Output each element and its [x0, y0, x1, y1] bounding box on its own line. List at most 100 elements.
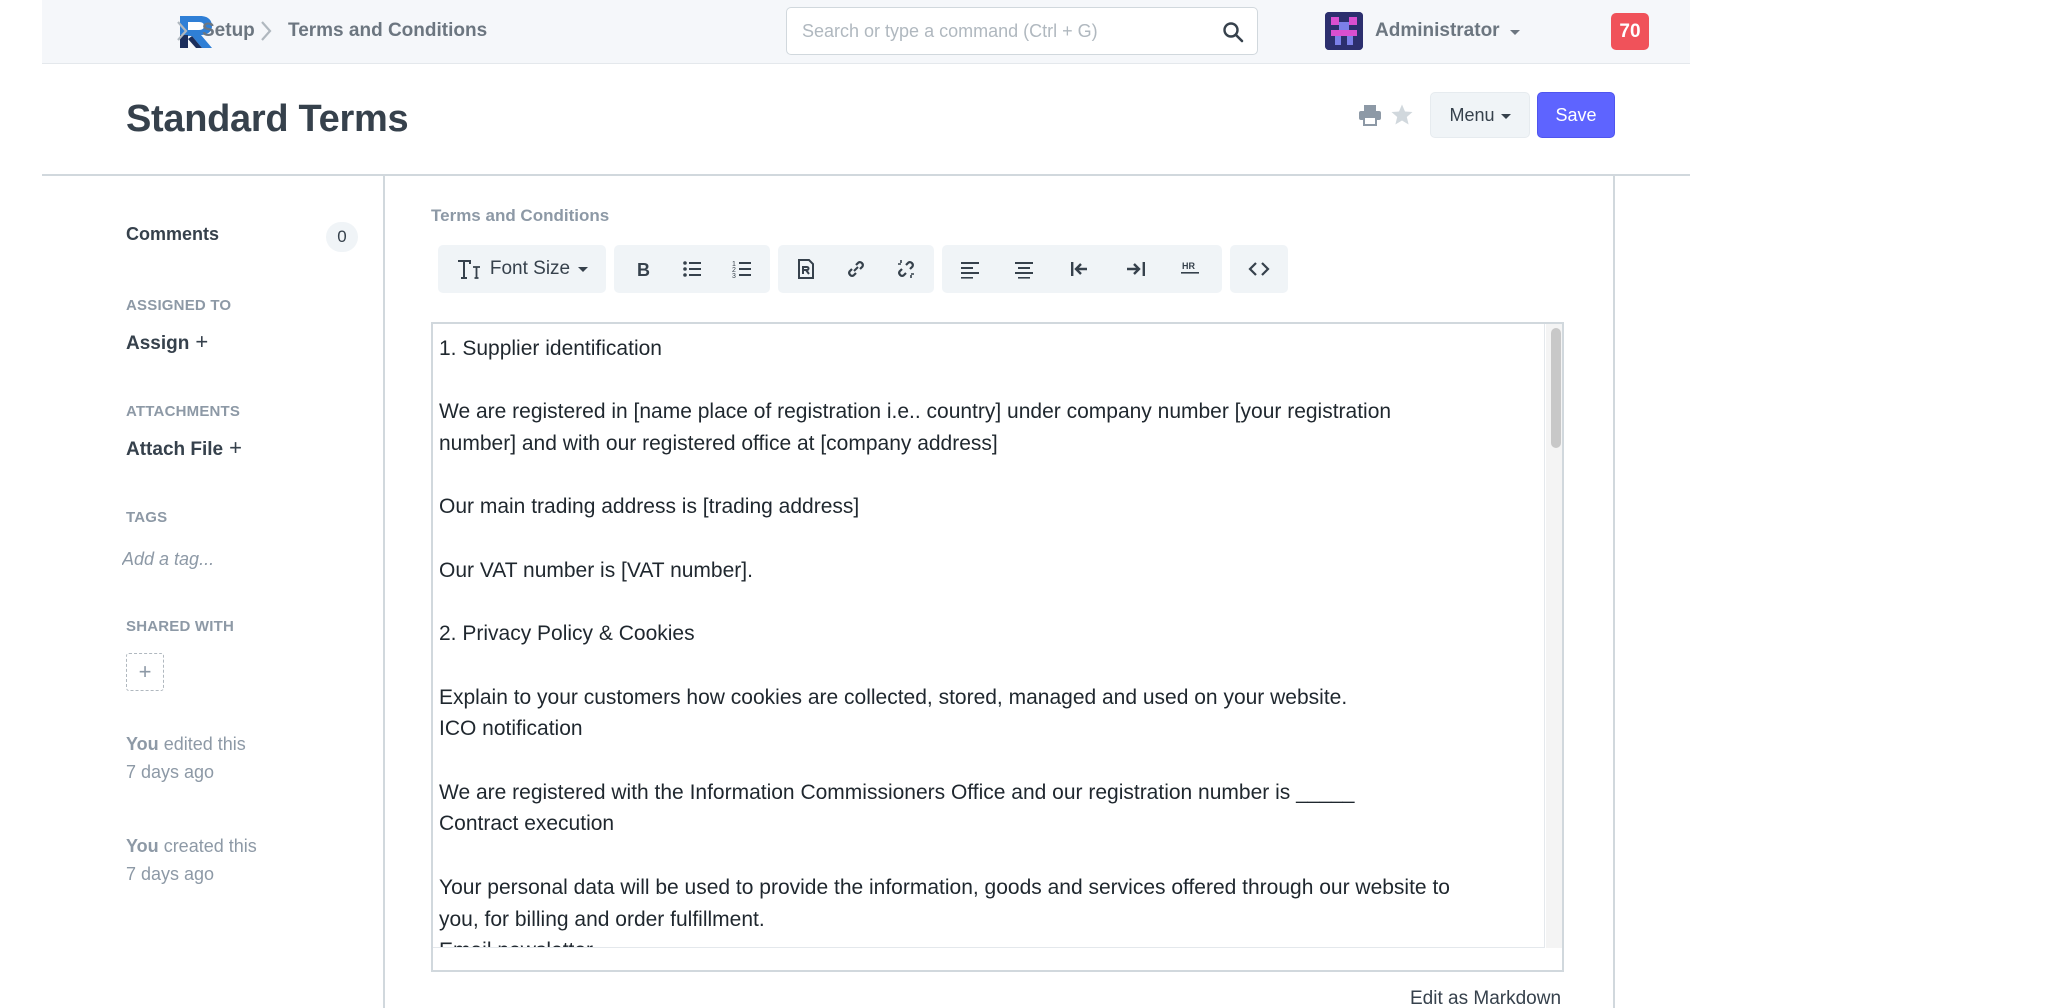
notification-badge[interactable]: 70 [1611, 13, 1649, 50]
print-icon[interactable] [1358, 104, 1382, 126]
breadcrumb-setup[interactable]: Setup [202, 20, 255, 42]
activity-actor: You [126, 734, 159, 754]
bold-icon: B [637, 260, 650, 280]
search-input[interactable] [802, 18, 1202, 44]
image-icon [798, 259, 814, 279]
caret-down-icon [578, 266, 589, 272]
font-size-label: Font Size [489, 258, 571, 279]
menu-button[interactable]: Menu [1430, 92, 1530, 138]
assigned-to-heading: ASSIGNED TO [126, 297, 232, 314]
editor-text[interactable]: 1. Supplier identification We are registe… [439, 333, 1539, 947]
page-title: Standard Terms [126, 98, 409, 140]
assign-label: Assign [126, 333, 190, 354]
font-size-dropdown[interactable]: Font Size [446, 245, 598, 293]
editor-line: We are registered with the Information C… [439, 780, 1355, 804]
toolbar-group-paragraph: HR [942, 245, 1222, 293]
toolbar-group-format: B 1 2 3 [614, 245, 770, 293]
editor-line: 2. Privacy Policy & Cookies [439, 622, 695, 646]
comments-link[interactable]: Comments [126, 224, 219, 245]
editor-line: Your personal data will be used to provi… [439, 875, 1450, 899]
user-menu[interactable]: Administrator [1375, 20, 1500, 42]
activity-actor: You [126, 836, 159, 856]
insert-link-button[interactable] [832, 245, 880, 293]
editor-line: number] and with our registered office a… [439, 432, 998, 456]
align-left-button[interactable] [946, 245, 994, 293]
activity-item: You created this 7 days ago [126, 832, 257, 888]
editor-line [439, 523, 1539, 555]
align-center-icon [1015, 262, 1033, 279]
caret-down-icon [1500, 113, 1511, 119]
attach-file-button[interactable]: Attach File + [126, 435, 242, 461]
tags-heading: TAGS [126, 509, 168, 526]
activity-item: You edited this 7 days ago [126, 730, 246, 786]
header-divider [42, 174, 1690, 176]
svg-text:B: B [637, 260, 650, 280]
editor-line: ICO notification [439, 717, 583, 741]
editor-line: We are registered in [name place of regi… [439, 400, 1392, 424]
toolbar-group-code [1230, 245, 1288, 293]
assign-button[interactable]: Assign + [126, 329, 208, 355]
edit-as-markdown-link[interactable]: Edit as Markdown [1410, 988, 1561, 1008]
editor-line: Our VAT number is [VAT number]. [439, 558, 753, 582]
editor-line: Contract execution [439, 812, 615, 836]
numbered-list-button[interactable]: 1 2 3 [718, 245, 766, 293]
code-icon [1248, 262, 1270, 276]
horizontal-rule-icon: HR [1181, 261, 1199, 274]
plus-icon: + [229, 435, 242, 460]
horizontal-rule-button[interactable]: HR [1166, 245, 1214, 293]
activity-action: edited this [163, 734, 246, 754]
outdent-button[interactable] [1056, 245, 1104, 293]
indent-icon [1127, 262, 1145, 276]
code-view-button[interactable] [1235, 245, 1283, 293]
indent-button[interactable] [1112, 245, 1160, 293]
attach-file-label: Attach File [126, 439, 224, 460]
activity-time: 7 days ago [126, 762, 215, 782]
add-share-button[interactable]: + [126, 653, 164, 691]
chevron-right-icon [261, 21, 272, 41]
attachments-heading: ATTACHMENTS [126, 403, 241, 420]
toolbar-group-insert [778, 245, 934, 293]
outdent-icon [1071, 262, 1087, 276]
menu-button-label: Menu [1449, 104, 1495, 125]
tag-input[interactable] [122, 546, 322, 572]
comments-count-badge: 0 [326, 222, 358, 252]
align-center-button[interactable] [1000, 245, 1048, 293]
editor-line: Explain to your customers how cookies ar… [439, 685, 1348, 709]
editor-line: Email newsletter [439, 935, 1539, 947]
terms-field-label: Terms and Conditions [431, 206, 610, 225]
search-icon[interactable] [1221, 20, 1245, 44]
breadcrumb-terms-and-conditions[interactable]: Terms and Conditions [288, 20, 487, 42]
align-left-icon [961, 262, 979, 279]
user-avatar-icon [1325, 12, 1363, 50]
text-height-icon [457, 260, 480, 279]
editor-line: you, for billing and order fulfillment. [439, 907, 765, 931]
chevron-right-icon [177, 21, 188, 41]
save-button[interactable]: Save [1537, 92, 1615, 138]
unlink-button[interactable] [882, 245, 930, 293]
unlink-icon [898, 260, 914, 278]
search-box[interactable] [786, 7, 1258, 55]
navbar: Setup Terms and Conditions Administrator… [42, 0, 1690, 64]
caret-down-icon[interactable] [1510, 30, 1520, 35]
insert-image-button[interactable] [782, 245, 830, 293]
bold-button[interactable]: B [618, 245, 666, 293]
avatar[interactable] [1325, 12, 1363, 50]
editor-line [439, 460, 1539, 492]
activity-action: created this [163, 836, 257, 856]
terms-editor[interactable]: 1. Supplier identification We are registe… [431, 322, 1564, 972]
bullet-list-button[interactable] [668, 245, 716, 293]
numbered-list-icon: 1 2 3 [732, 261, 751, 280]
svg-text:HR: HR [1182, 261, 1195, 271]
editor-line: 1. Supplier identification [439, 337, 662, 360]
editor-line [439, 745, 1539, 777]
editor-line [439, 650, 1539, 682]
main-section-border [1613, 175, 1615, 1008]
link-icon [848, 261, 864, 277]
shared-with-heading: SHARED WITH [126, 618, 235, 635]
svg-text:3: 3 [732, 273, 736, 280]
star-icon[interactable] [1390, 103, 1414, 127]
editor-content-area[interactable]: 1. Supplier identification We are registe… [433, 324, 1545, 948]
activity-time: 7 days ago [126, 864, 215, 884]
editor-line [439, 587, 1539, 619]
editor-scrollbar-thumb[interactable] [1551, 328, 1561, 448]
